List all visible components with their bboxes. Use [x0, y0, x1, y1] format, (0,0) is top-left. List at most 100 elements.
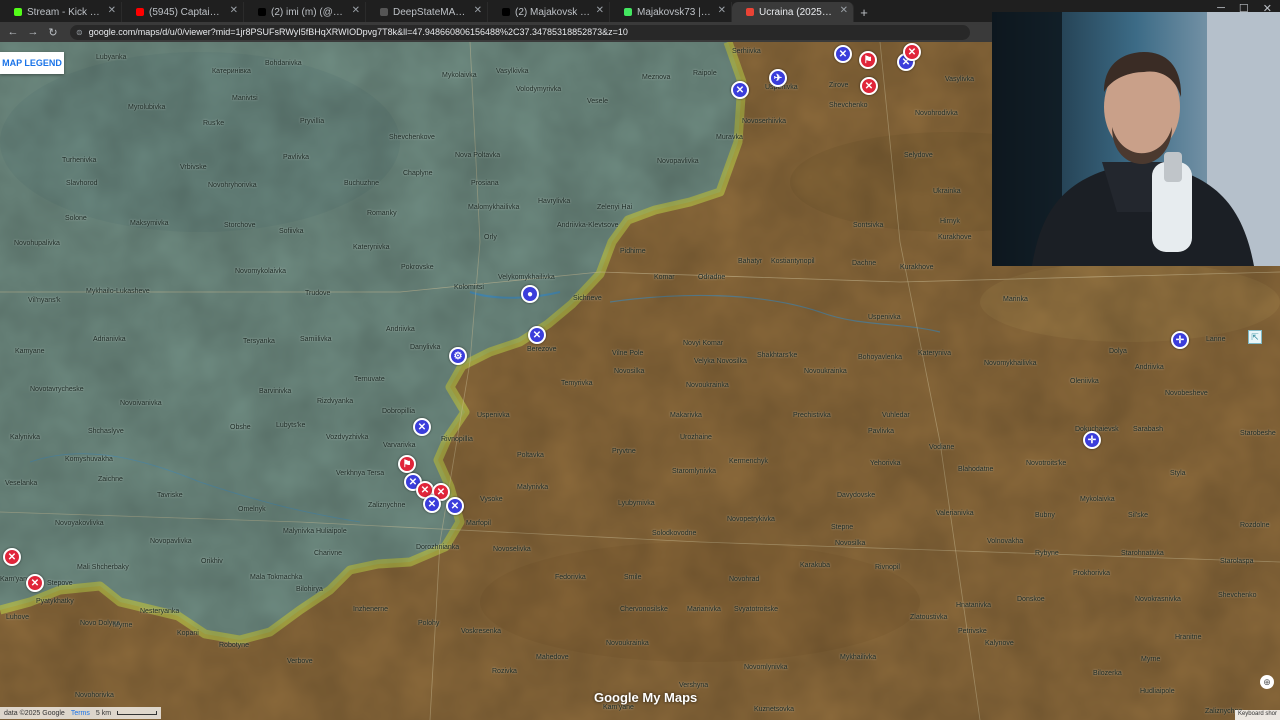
place-label: Volodymyrivka: [516, 86, 562, 93]
back-icon[interactable]: ←: [6, 26, 20, 38]
browser-tab[interactable]: DeepStateMAP | День 1392 | М ✕: [366, 2, 488, 22]
place-label: Buchuzhne: [344, 180, 380, 187]
place-label: Novohryhorivka: [208, 182, 257, 189]
ukrainian-unit-marker[interactable]: ✈: [769, 69, 787, 87]
place-label: Sofiivka: [279, 228, 304, 235]
place-label: Novoyakovlivka: [55, 520, 104, 527]
terms-link[interactable]: Terms: [71, 710, 90, 717]
place-label: Rozivka: [492, 668, 517, 675]
place-label: Solone: [65, 215, 87, 222]
ukrainian-unit-marker[interactable]: ✛: [1171, 331, 1189, 349]
russian-unit-marker[interactable]: ⚑: [398, 455, 416, 473]
place-label: Zaliznychne: [368, 502, 406, 509]
close-tab-icon[interactable]: ✕: [718, 5, 726, 16]
place-label: Malynivka: [283, 528, 315, 535]
browser-tab[interactable]: Majakovsk73 | Linktree ✕: [610, 2, 732, 22]
close-tab-icon[interactable]: ✕: [108, 5, 116, 16]
ukrainian-unit-marker[interactable]: ✕: [423, 495, 441, 513]
place-label: Novotavrycheske: [30, 386, 84, 393]
site-info-icon[interactable]: ⊜: [76, 28, 83, 37]
place-label: Shevchenkove: [389, 134, 435, 141]
russian-unit-marker[interactable]: ✕: [860, 77, 878, 95]
place-label: Kopani: [177, 630, 199, 637]
browser-tab[interactable]: (2) imi (m) (@moklasen) / X ✕: [244, 2, 366, 22]
keyboard-shortcuts-link[interactable]: Keyboard shor: [1234, 710, 1280, 720]
place-label: Vershyna: [679, 682, 709, 689]
ukrainian-unit-marker[interactable]: ✛: [1083, 431, 1101, 449]
place-label: Dachne: [852, 260, 877, 267]
address-bar[interactable]: ⊜ google.com/maps/d/u/0/viewer?mid=1jr8P…: [70, 24, 970, 40]
place-label: Novopavlivka: [150, 538, 192, 545]
place-label: Mykhailivka: [840, 654, 877, 661]
tab-title: DeepStateMAP | День 1392 | М: [393, 6, 469, 18]
url-text: google.com/maps/d/u/0/viewer?mid=1jr8PSU…: [88, 27, 628, 37]
browser-tab[interactable]: Stream - Kick Dashboard ✕: [0, 2, 122, 22]
place-label: Bohoyavlenka: [858, 354, 902, 361]
tab-title: Ucraina (2025) - Google My M: [759, 6, 835, 18]
place-label: Robotyne: [219, 642, 249, 649]
russian-unit-marker[interactable]: ✕: [3, 548, 21, 566]
place-label: Polohy: [418, 620, 440, 627]
place-label: Sontsivka: [853, 222, 884, 229]
ukrainian-unit-marker[interactable]: ✕: [446, 497, 464, 515]
place-label: Kuznetsovka: [754, 706, 795, 713]
new-tab-button[interactable]: +: [854, 2, 874, 22]
close-tab-icon[interactable]: ✕: [596, 5, 604, 16]
ukrainian-unit-marker[interactable]: ✕: [528, 326, 546, 344]
place-label: Huliaipole: [316, 528, 347, 535]
ukrainian-unit-marker[interactable]: ✕: [834, 45, 852, 63]
place-label: Malynivka: [517, 484, 549, 491]
place-label: Shevchenko: [1218, 592, 1257, 599]
browser-tab[interactable]: (5945) Captain Denys - YouTube ✕: [122, 2, 244, 22]
place-label: Novohrad: [729, 576, 760, 583]
place-label: Berezove: [527, 346, 557, 353]
place-label: Shevchenko: [829, 102, 868, 109]
zoom-control-icon[interactable]: ⊕: [1260, 675, 1274, 689]
russian-unit-marker[interactable]: ⚑: [859, 51, 877, 69]
russian-unit-marker[interactable]: ✕: [903, 43, 921, 61]
place-label: Verkhnya Tersa: [336, 470, 385, 477]
place-label: Pryvtne: [612, 448, 636, 455]
kick-icon: [14, 8, 22, 16]
map-legend-button[interactable]: MAP LEGEND: [0, 52, 64, 74]
ukrainian-unit-marker[interactable]: ⚙: [449, 347, 467, 365]
browser-tab[interactable]: Ucraina (2025) - Google My M ✕: [732, 2, 854, 22]
place-label: Barvinivka: [259, 388, 292, 395]
place-label: Zirove: [829, 82, 849, 89]
close-tab-icon[interactable]: ✕: [840, 5, 848, 16]
ukrainian-unit-marker[interactable]: ✕: [731, 81, 749, 99]
close-tab-icon[interactable]: ✕: [352, 5, 360, 16]
close-tab-icon[interactable]: ✕: [474, 5, 482, 16]
fullscreen-icon[interactable]: ⇱: [1248, 330, 1262, 344]
place-label: Novomlynivka: [744, 664, 788, 671]
place-label: Shchaslyve: [88, 428, 124, 435]
place-label: Zelenyi Hai: [597, 204, 633, 211]
ukrainian-unit-marker[interactable]: ●: [521, 285, 539, 303]
place-label: Kolomiitsi: [454, 284, 484, 291]
close-tab-icon[interactable]: ✕: [230, 5, 238, 16]
place-label: Nova Poltavka: [455, 152, 501, 159]
place-label: Fedorivka: [555, 574, 586, 581]
place-label: Novoukrainka: [606, 640, 649, 647]
place-label: Meznova: [642, 74, 671, 81]
place-label: Veselanka: [5, 480, 38, 487]
ukrainian-unit-marker[interactable]: ✕: [413, 418, 431, 436]
place-label: Chervonosilske: [620, 606, 668, 613]
place-label: Bohdanivka: [265, 60, 302, 67]
place-label: Novoserhiivka: [742, 118, 786, 125]
browser-tab[interactable]: (2) Majakovsk (@Majakovsk73) ✕: [488, 2, 610, 22]
place-label: Andriivka: [1135, 364, 1164, 371]
place-label: Ternuvate: [354, 376, 385, 383]
place-label: Lubyts'ke: [276, 422, 306, 429]
place-label: Dolya: [1109, 348, 1127, 355]
x-icon: [502, 8, 510, 16]
place-label: Solodkovodne: [652, 530, 697, 537]
place-label: Staromlynivka: [672, 468, 716, 475]
place-label: Samiilivka: [300, 336, 332, 343]
place-label: Bilohirya: [296, 586, 323, 593]
forward-icon[interactable]: →: [26, 26, 40, 38]
place-label: Odradne: [698, 274, 726, 281]
russian-unit-marker[interactable]: ✕: [26, 574, 44, 592]
reload-icon[interactable]: ↻: [46, 26, 60, 39]
youtube-icon: [136, 8, 144, 16]
